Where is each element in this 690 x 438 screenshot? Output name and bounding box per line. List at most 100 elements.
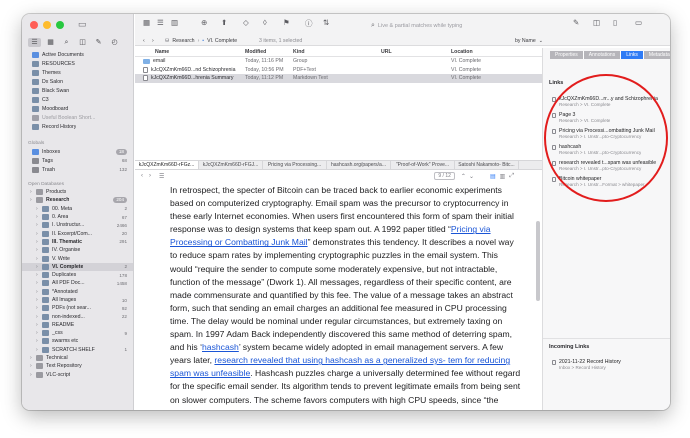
disclosure-icon[interactable]: ›: [30, 363, 32, 369]
disclosure-icon[interactable]: ›: [36, 338, 38, 344]
breadcrumb-root[interactable]: Research: [172, 38, 194, 44]
new-item-icon[interactable]: ⊕: [201, 18, 207, 27]
tag-icon[interactable]: ◊: [263, 18, 267, 27]
column-modified[interactable]: Modified: [245, 49, 293, 55]
sidebar-database-item[interactable]: › All PDF Doc... 1458: [22, 279, 133, 287]
search-field[interactable]: ⌕ Live & partial matches while typing: [371, 20, 521, 32]
sidebar-database-item[interactable]: › Technical: [22, 354, 133, 362]
page-down-icon[interactable]: ⌄: [469, 173, 474, 180]
sidebar-database-item[interactable]: › _css 9: [22, 329, 133, 337]
sidebar-item[interactable]: Trash 132: [22, 165, 133, 174]
sidebar-database-item[interactable]: › III. Thematic 291: [22, 238, 133, 246]
inspector-toggle-icon[interactable]: ▯: [613, 18, 617, 27]
incoming-link-item[interactable]: 2021-11-22 Record History Inbox > Record …: [552, 359, 664, 370]
layout-columns-icon[interactable]: ▥: [171, 18, 178, 27]
doc-outline-icon[interactable]: ☰: [159, 173, 164, 180]
disclosure-icon[interactable]: ›: [36, 239, 38, 245]
sidebar-database-item[interactable]: › *Annotated: [22, 288, 133, 296]
page-indicator[interactable]: 9 / 12: [434, 172, 455, 180]
document-tab[interactable]: hashcash.org/papers/a...: [327, 161, 391, 169]
document-tab[interactable]: kJcQXZmKm66D-rFGz...: [135, 161, 199, 169]
sidebar-item[interactable]: Moodboard: [22, 104, 133, 113]
doc-back-icon[interactable]: ‹: [141, 173, 143, 179]
search-view-icon[interactable]: ⌕: [60, 38, 73, 47]
table-row[interactable]: kJcQXZmKm66D...nd Schizophrenia Today, 10…: [135, 66, 542, 75]
forward-icon[interactable]: ›: [152, 38, 154, 44]
sidebar-database-item[interactable]: › VI. Complete 2: [22, 262, 133, 271]
sidebar-item[interactable]: RESOURCES: [22, 59, 133, 68]
sidebar-database-item[interactable]: › V. Write: [22, 254, 133, 262]
document-tab[interactable]: "Proof-of-Work" Prove...: [391, 161, 455, 169]
disclosure-icon[interactable]: ›: [30, 197, 32, 203]
sidebar-database-item[interactable]: › 00. Meta 2: [22, 205, 133, 213]
sidebar-database-item[interactable]: › Duplicates 178: [22, 271, 133, 279]
doc-link-hashcash[interactable]: hashcash: [202, 342, 239, 352]
inspector-tab[interactable]: Annotations: [583, 51, 622, 59]
breadcrumb-current[interactable]: VI. Complete: [207, 38, 237, 44]
document-tab[interactable]: kJcQXZmKm66D-rFGJ...: [199, 161, 263, 169]
disclosure-icon[interactable]: ›: [36, 347, 38, 353]
disclosure-icon[interactable]: ›: [36, 222, 38, 228]
inspector-tab[interactable]: Properties: [550, 51, 584, 59]
sidebar-database-item[interactable]: › IV. Organise: [22, 246, 133, 254]
databases-view-icon[interactable]: ☰: [28, 37, 41, 47]
inspector-split-icon[interactable]: ◫: [593, 18, 600, 27]
sidebar-item[interactable]: Active Documents: [22, 50, 133, 59]
disclosure-icon[interactable]: ›: [36, 330, 38, 336]
table-row[interactable]: kJcQXZmKm66D...hrenia Summary Today, 11:1…: [135, 74, 542, 83]
sidebar-right-icon[interactable]: ▭: [635, 18, 642, 27]
disclosure-icon[interactable]: ›: [36, 272, 38, 278]
sidebar-database-item[interactable]: › SCRATCH SHELF 1: [22, 346, 133, 354]
sidebar-item[interactable]: Black Swan: [22, 86, 133, 95]
layout-grid-icon[interactable]: ▦: [143, 18, 150, 27]
sidebar-database-item[interactable]: › I. Unstructur... 2466: [22, 221, 133, 229]
minimize-window-button[interactable]: [43, 21, 51, 29]
layout-list-icon[interactable]: ☰: [157, 18, 164, 27]
document-tab[interactable]: Satoshi Nakamoto- Bitc...: [455, 161, 519, 169]
disclosure-icon[interactable]: ›: [36, 280, 38, 286]
disclosure-icon[interactable]: ›: [30, 189, 32, 195]
sort-menu[interactable]: by Name ⌄: [515, 38, 543, 44]
page-up-icon[interactable]: ⌃: [461, 173, 466, 180]
disclosure-icon[interactable]: ›: [36, 214, 38, 220]
sidebar-database-item[interactable]: › II. Excerpt/Com... 20: [22, 229, 133, 237]
two-page-icon[interactable]: ▥: [500, 173, 506, 180]
sidebar-item[interactable]: Record History: [22, 122, 133, 131]
disclosure-icon[interactable]: ›: [30, 355, 32, 361]
sidebar-database-item[interactable]: › swarms etc: [22, 337, 133, 345]
inspector-tab[interactable]: Links: [621, 51, 644, 59]
annotations-view-icon[interactable]: ✎: [92, 38, 105, 47]
tags-view-icon[interactable]: ▦: [44, 38, 57, 47]
sidebar-item[interactable]: C3: [22, 95, 133, 104]
doc-forward-icon[interactable]: ›: [149, 173, 151, 179]
sidebar-item[interactable]: Themes: [22, 68, 133, 77]
annotate-icon[interactable]: ✎: [573, 18, 579, 27]
disclosure-icon[interactable]: ›: [30, 372, 32, 378]
document-scrollbar[interactable]: [536, 221, 540, 301]
sidebar-database-item[interactable]: › non-indexed... 22: [22, 312, 133, 320]
disclosure-icon[interactable]: ›: [36, 247, 38, 253]
column-kind[interactable]: Kind: [293, 49, 381, 55]
flag-icon[interactable]: ⚑: [283, 18, 290, 27]
sidebar-database-item[interactable]: › Products: [22, 188, 133, 196]
fit-width-icon[interactable]: ⤢: [509, 173, 514, 180]
disclosure-icon[interactable]: ›: [36, 305, 38, 311]
selection-icon[interactable]: ◇: [243, 18, 249, 27]
sidebar-database-item[interactable]: › Text Repository: [22, 362, 133, 370]
table-row[interactable]: email Today, 11:16 PM Group VI. Complete: [135, 57, 542, 66]
sidebar-database-item[interactable]: › PDFs (not sear... 92: [22, 304, 133, 312]
disclosure-icon[interactable]: ›: [36, 297, 38, 303]
info-icon[interactable]: ⓘ: [305, 18, 313, 29]
sidebar-toggle-icon[interactable]: ▭: [78, 19, 87, 30]
sort-icon[interactable]: ⇅: [323, 18, 329, 27]
sidebar-item[interactable]: Dx Salon: [22, 77, 133, 86]
document-tab[interactable]: Pricing via Processing...: [263, 161, 327, 169]
disclosure-icon[interactable]: ›: [36, 256, 38, 262]
column-url[interactable]: URL: [381, 49, 451, 55]
disclosure-icon[interactable]: ›: [36, 289, 38, 295]
disclosure-icon[interactable]: ›: [36, 231, 38, 237]
sidebar-item[interactable]: Tags 68: [22, 156, 133, 165]
disclosure-icon[interactable]: ›: [36, 206, 38, 212]
sidebar-item[interactable]: Useful Boolean Short...: [22, 113, 133, 122]
single-page-icon[interactable]: ▤: [490, 173, 496, 180]
